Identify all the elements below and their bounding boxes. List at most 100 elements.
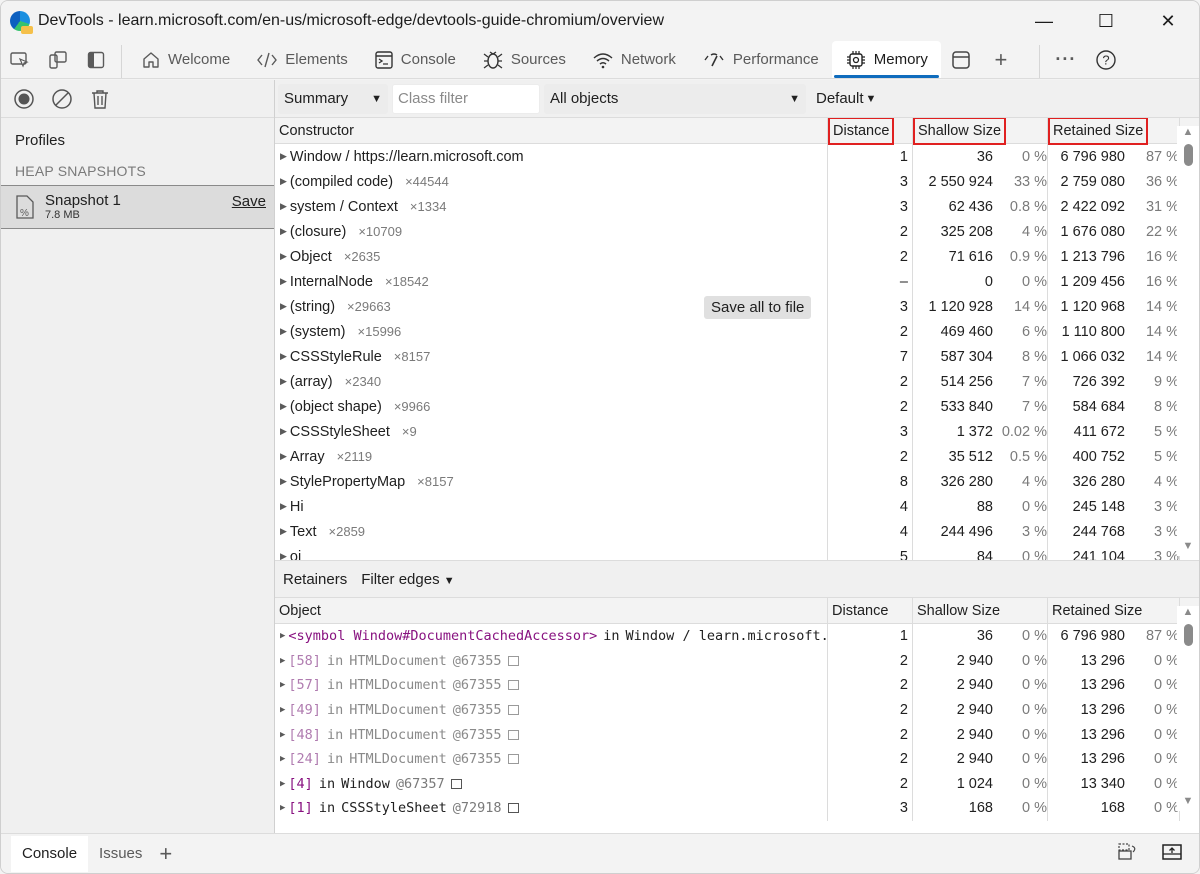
scroll-thumb[interactable] xyxy=(1183,624,1193,646)
column-retained-size[interactable]: Retained Size xyxy=(1048,598,1180,623)
expand-triangle-icon[interactable]: ▶ xyxy=(280,251,287,262)
reveal-object-icon[interactable] xyxy=(507,729,519,740)
inspect-icon[interactable] xyxy=(1,41,39,78)
view-select[interactable]: Summary ▼ xyxy=(278,83,388,114)
expand-triangle-icon[interactable]: ▶ xyxy=(280,656,285,666)
scroll-down-icon[interactable]: ▼ xyxy=(1177,795,1199,811)
column-distance[interactable]: Distance xyxy=(828,598,913,623)
retainers-scrollbar[interactable]: ▲ ▼ xyxy=(1177,606,1199,811)
expand-triangle-icon[interactable]: ▶ xyxy=(280,705,285,715)
tab-performance[interactable]: Performance xyxy=(689,41,832,78)
expand-triangle-icon[interactable]: ▶ xyxy=(280,779,285,789)
summary-row[interactable]: ▶ Hi 4 88 0 % 245 148 3 % xyxy=(275,494,1199,519)
expand-triangle-icon[interactable]: ▶ xyxy=(280,526,287,537)
save-snapshot-link[interactable]: Save xyxy=(232,193,266,210)
expand-triangle-icon[interactable]: ▶ xyxy=(280,754,285,764)
tab-elements[interactable]: Elements xyxy=(243,41,361,78)
take-snapshot-button[interactable] xyxy=(13,88,35,110)
retainer-row[interactable]: ▶ <symbol Window#DocumentCachedAccessor> i… xyxy=(275,624,1199,649)
expand-triangle-icon[interactable]: ▶ xyxy=(280,803,285,813)
object-filter-select[interactable]: All objects ▼ xyxy=(544,83,806,114)
reveal-object-icon[interactable] xyxy=(450,778,462,789)
collapse-drawer-icon[interactable] xyxy=(1161,842,1183,865)
help-button[interactable]: ? xyxy=(1086,41,1126,78)
device-emulation-icon[interactable] xyxy=(39,41,77,78)
summary-row[interactable]: ▶ (compiled code) ×44544 3 2 550 924 33 % 2 75… xyxy=(275,169,1199,194)
reveal-object-icon[interactable] xyxy=(507,655,519,666)
column-object[interactable]: Object xyxy=(275,598,828,623)
retainer-row[interactable]: ▶ [49] in HTMLDocument @67355 2 2 940 0 % 13 296… xyxy=(275,697,1199,723)
tab-network[interactable]: Network xyxy=(579,41,689,78)
retainer-row[interactable]: ▶ [1] in CSSStyleSheet @72918 3 168 0 % 168 0 % xyxy=(275,796,1199,821)
tab-welcome[interactable]: Welcome xyxy=(128,41,243,78)
more-tabs-button[interactable] xyxy=(941,41,981,78)
reveal-object-icon[interactable] xyxy=(507,803,519,814)
summary-row[interactable]: ▶ CSSStyleSheet ×9 3 1 372 0.02 % 411 672 5 % xyxy=(275,419,1199,444)
expand-triangle-icon[interactable]: ▶ xyxy=(280,476,287,487)
summary-row[interactable]: ▶ CSSStyleRule ×8157 7 587 304 8 % 1 066 032 14… xyxy=(275,344,1199,369)
add-drawer-tab-button[interactable]: + xyxy=(159,841,172,867)
summary-row[interactable]: ▶ oi 5 84 0 % 241 104 3 % xyxy=(275,544,1199,560)
summary-row[interactable]: ▶ StylePropertyMap ×8157 8 326 280 4 % 326 280… xyxy=(275,469,1199,494)
summary-row[interactable]: ▶ InternalNode ×18542 – 0 0 % 1 209 456 16 % xyxy=(275,269,1199,294)
tab-sources[interactable]: Sources xyxy=(469,41,579,78)
add-tab-button[interactable]: + xyxy=(981,41,1021,78)
clear-profiles-button[interactable] xyxy=(51,88,73,110)
expand-triangle-icon[interactable]: ▶ xyxy=(280,301,287,312)
expand-triangle-icon[interactable]: ▶ xyxy=(280,501,287,512)
expand-triangle-icon[interactable]: ▶ xyxy=(280,326,287,337)
summary-row[interactable]: ▶ Text ×2859 4 244 496 3 % 244 768 3 % xyxy=(275,519,1199,544)
summary-row[interactable]: ▶ (array) ×2340 2 514 256 7 % 726 392 9 % xyxy=(275,369,1199,394)
scroll-up-icon[interactable]: ▲ xyxy=(1177,606,1199,622)
maximize-button[interactable]: ☐ xyxy=(1075,1,1137,41)
summary-row[interactable]: ▶ Window / https://learn.microsoft.com 1 36… xyxy=(275,144,1199,169)
retainer-row[interactable]: ▶ [4] in Window @67357 2 1 024 0 % 13 340 0 % xyxy=(275,771,1199,797)
expand-triangle-icon[interactable]: ▶ xyxy=(280,551,287,560)
summary-row[interactable]: ▶ system / Context ×1334 3 62 436 0.8 % 2 422 … xyxy=(275,194,1199,219)
drawer-tab-issues[interactable]: Issues xyxy=(88,836,153,872)
reveal-object-icon[interactable] xyxy=(507,754,519,765)
tab-memory[interactable]: Memory xyxy=(831,41,941,78)
expand-triangle-icon[interactable]: ▶ xyxy=(280,201,287,212)
snapshot-item[interactable]: % Snapshot 1 7.8 MB Save xyxy=(1,185,274,229)
column-shallow-size[interactable]: Shallow Size xyxy=(912,118,1048,145)
reveal-object-icon[interactable] xyxy=(507,680,519,691)
summary-row[interactable]: ▶ Array ×2119 2 35 512 0.5 % 400 752 5 % xyxy=(275,444,1199,469)
expand-triangle-icon[interactable]: ▶ xyxy=(280,176,287,187)
dock-side-icon[interactable] xyxy=(77,41,115,78)
drawer-tab-console[interactable]: Console xyxy=(11,835,89,872)
expand-triangle-icon[interactable]: ▶ xyxy=(280,376,287,387)
column-distance[interactable]: Distance xyxy=(827,118,913,145)
column-shallow-size[interactable]: Shallow Size xyxy=(913,598,1048,623)
expand-triangle-icon[interactable]: ▶ xyxy=(280,276,287,287)
expand-triangle-icon[interactable]: ▶ xyxy=(280,730,285,740)
order-select[interactable]: Default ▼ xyxy=(810,84,882,114)
column-constructor[interactable]: Constructor xyxy=(275,118,828,143)
expand-triangle-icon[interactable]: ▶ xyxy=(280,226,287,237)
summary-row[interactable]: ▶ (closure) ×10709 2 325 208 4 % 1 676 080 22 % xyxy=(275,219,1199,244)
expand-triangle-icon[interactable]: ▶ xyxy=(280,680,285,690)
scroll-up-icon[interactable]: ▲ xyxy=(1177,126,1199,142)
summary-row[interactable]: ▶ (system) ×15996 2 469 460 6 % 1 110 800 14 % xyxy=(275,319,1199,344)
retainer-row[interactable]: ▶ [58] in HTMLDocument @67355 2 2 940 0 % 13 296… xyxy=(275,648,1199,674)
reveal-object-icon[interactable] xyxy=(507,705,519,716)
expand-triangle-icon[interactable]: ▶ xyxy=(280,351,287,362)
dock-drawer-icon[interactable] xyxy=(1117,842,1139,865)
summary-scrollbar[interactable]: ▲ ▼ xyxy=(1177,126,1199,556)
summary-row[interactable]: ▶ (object shape) ×9966 2 533 840 7 % 584 684 8 … xyxy=(275,394,1199,419)
scroll-down-icon[interactable]: ▼ xyxy=(1177,540,1199,556)
collect-garbage-button[interactable] xyxy=(89,88,111,110)
expand-triangle-icon[interactable]: ▶ xyxy=(280,151,287,162)
retainer-row[interactable]: ▶ [48] in HTMLDocument @67355 2 2 940 0 % 13 296… xyxy=(275,722,1199,747)
retainer-row[interactable]: ▶ [24] in HTMLDocument @67355 2 2 940 0 % 13 296… xyxy=(275,746,1199,772)
summary-row[interactable]: ▶ Object ×2635 2 71 616 0.9 % 1 213 796 16 % xyxy=(275,244,1199,269)
minimize-button[interactable]: — xyxy=(1013,1,1075,41)
retainer-row[interactable]: ▶ [57] in HTMLDocument @67355 2 2 940 0 % 13 296… xyxy=(275,673,1199,698)
class-filter-input[interactable] xyxy=(392,83,540,114)
tab-console[interactable]: Console xyxy=(361,41,469,78)
scroll-thumb[interactable] xyxy=(1183,144,1193,166)
expand-triangle-icon[interactable]: ▶ xyxy=(280,401,287,412)
column-retained-size[interactable]: Retained Size xyxy=(1047,118,1180,145)
save-all-to-file-button[interactable]: Save all to file xyxy=(704,296,812,319)
expand-triangle-icon[interactable]: ▶ xyxy=(280,426,287,437)
